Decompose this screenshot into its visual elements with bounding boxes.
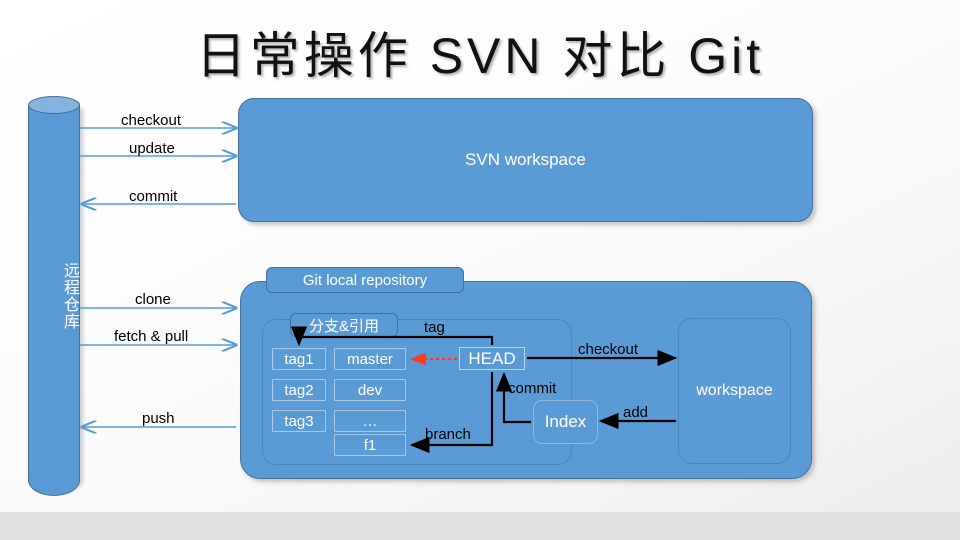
label-tag: tag	[424, 319, 445, 336]
footer-band	[0, 512, 960, 540]
tag-chip-2[interactable]: tag2	[272, 379, 326, 401]
git-workspace-label: workspace	[696, 382, 773, 399]
git-local-repository-title-label: Git local repository	[302, 271, 428, 289]
git-local-repository-title[interactable]: Git local repository	[266, 267, 464, 293]
label-git-clone: clone	[135, 291, 171, 308]
git-index-label: Index	[544, 412, 587, 431]
remote-repository-cylinder[interactable]: 远程仓库	[28, 96, 80, 498]
label-git-fetch-pull: fetch & pull	[114, 328, 189, 345]
remote-repository-label: 远程仓库	[61, 262, 78, 330]
label-svn-checkout: checkout	[121, 112, 182, 129]
label-commit: commit	[508, 380, 557, 397]
cylinder-top-cap	[28, 96, 80, 114]
slide-canvas: 日常操作 SVN 对比 Git 远程仓库 SVN workspace works…	[0, 0, 960, 540]
git-head-box[interactable]: HEAD	[459, 347, 525, 370]
label-svn-update: update	[129, 140, 175, 157]
branch-and-refs-title[interactable]: 分支&引用	[290, 313, 398, 337]
branch-chip-f1[interactable]: f1	[334, 434, 406, 456]
label-svn-commit: commit	[129, 188, 178, 205]
branch-chip-ellipsis[interactable]: …	[334, 410, 406, 432]
svn-workspace-label: SVN workspace	[465, 150, 586, 169]
svn-workspace-box[interactable]: SVN workspace	[238, 98, 813, 222]
git-index-box[interactable]: Index	[533, 400, 598, 444]
cylinder-bottom-cap	[28, 478, 80, 496]
label-add: add	[623, 404, 649, 421]
tag-chip-1[interactable]: tag1	[272, 348, 326, 370]
label-git-push: push	[142, 410, 175, 427]
tag-chip-3[interactable]: tag3	[272, 410, 326, 432]
page-title: 日常操作 SVN 对比 Git	[195, 28, 765, 84]
branch-and-refs-title-label: 分支&引用	[308, 317, 379, 335]
label-branch: branch	[425, 426, 471, 443]
branch-chip-dev[interactable]: dev	[334, 379, 406, 401]
git-workspace-box[interactable]: workspace	[678, 318, 791, 464]
label-checkout: checkout	[578, 341, 639, 358]
branch-chip-master[interactable]: master	[334, 348, 406, 370]
